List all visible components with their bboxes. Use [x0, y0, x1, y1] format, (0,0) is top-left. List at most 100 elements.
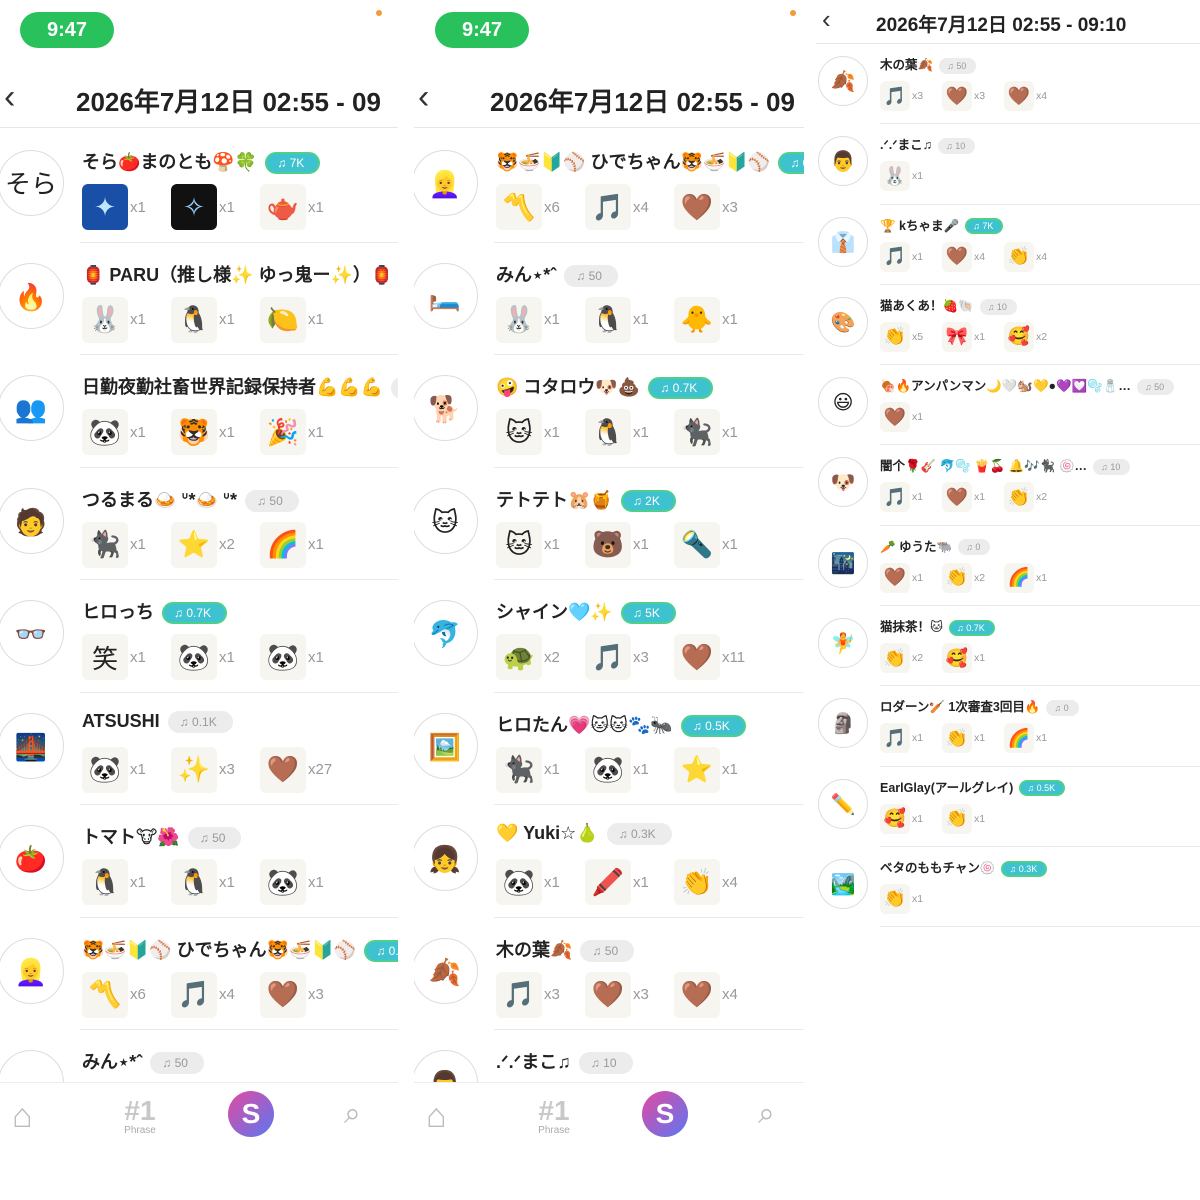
tab-phrase[interactable]: #1 Phrase [532, 1097, 576, 1137]
user-name[interactable]: つるまる🍛 ᐡ*🍛 ᐡ* ♫ 50 [82, 486, 299, 512]
avatar[interactable]: 🐬 [414, 600, 478, 666]
user-name[interactable]: ATSUSHI ♫ 0.1K [82, 711, 233, 733]
live-button[interactable]: S [228, 1091, 274, 1137]
user-name[interactable]: EarlGlay(アールグレイ) ♫ 0.5K [880, 777, 1066, 797]
viewer-row[interactable]: 🌃 🥕 ゆうた🐃 ♫ 0 🤎 x1 👏 x2 🌈 x1 [816, 526, 1200, 607]
fan-level-value: 0.7K [672, 381, 698, 396]
user-name[interactable]: .ᐟ.ᐟまこ♫ ♫ 10 [880, 134, 976, 154]
user-name[interactable]: そら🍅まのとも🍄🍀 ♫ 7K [82, 148, 321, 175]
avatar[interactable]: 🖼️ [414, 712, 478, 779]
user-name[interactable]: 🐯🍜🔰⚾ ひでちゃん🐯🍜🔰⚾ ♫ 0.7K [496, 148, 804, 175]
viewer-row[interactable]: 🎨 猫あくあ！🍓🐚 ♫ 10 👏 x5 🎀 x1 🥰 x2 [816, 285, 1200, 366]
avatar[interactable]: 👥 [0, 375, 64, 441]
user-name[interactable]: 🏮 PARU（推し様✨ ゆっ鬼ー✨）🏮♫ [82, 261, 398, 287]
avatar[interactable]: 🧚 [818, 618, 868, 669]
avatar[interactable]: 🛏️ [414, 262, 478, 329]
avatar[interactable]: 🐶 [818, 457, 868, 508]
viewer-row[interactable]: 🐶 闇个🌹🎸 🐬🫧 🍟🍒 🔔🎶🐈‍⬛ 🍥… ♫ 10 🎵 x1 🤎 x1 👏 x2 [816, 445, 1200, 526]
user-name[interactable]: 猫抹茶！🐱 ♫ 0.7K [880, 616, 995, 636]
user-name[interactable]: 🤪 コタロウ🐶💩 ♫ 0.7K [496, 373, 714, 400]
viewer-row[interactable]: ✏️ EarlGlay(アールグレイ) ♫ 0.5K 🥰 x1 👏 x1 [816, 767, 1200, 847]
user-name[interactable]: トマト🐮🌺 ♫ 50 [82, 823, 242, 850]
viewer-row[interactable]: 👧 💛 Yuki☆🍐 ♫ 0.3K 🐼 x1 🖍️ x1 👏 x4 [414, 805, 804, 918]
avatar[interactable]: 🍅 [0, 825, 64, 891]
home-icon[interactable]: ⌂ [426, 1097, 447, 1136]
user-name[interactable]: 💛 Yuki☆🍐 ♫ 0.3K [496, 823, 672, 846]
user-name[interactable]: テトテト🐹🍯 ♫ 2K [496, 486, 676, 512]
search-icon[interactable]: ⌕ [758, 1097, 775, 1131]
avatar[interactable]: 🐕 [414, 375, 478, 441]
avatar[interactable]: 🎨 [818, 296, 868, 347]
user-name[interactable]: .ᐟ.ᐟまこ♫ ♫ 10 [496, 1048, 633, 1075]
back-icon[interactable]: ‹ [4, 80, 15, 114]
avatar[interactable]: ✏️ [818, 778, 868, 829]
avatar[interactable]: 🏞️ [818, 858, 868, 909]
avatar[interactable]: 🌃 [818, 537, 868, 588]
search-icon[interactable]: ⌕ [344, 1097, 361, 1131]
viewer-row[interactable]: 👱‍♀️🐯🍜🔰⚾ ひでちゃん🐯🍜🔰⚾♫ 0.7K〽️x6🎵x4🤎x3 [414, 130, 804, 243]
avatar[interactable]: 😃 [818, 377, 868, 428]
avatar[interactable]: 👨 [414, 1050, 478, 1082]
viewer-row[interactable]: 🍂 木の葉🍂 ♫ 50 🎵 x3 🤎 x3 🤎 x4 [816, 44, 1200, 125]
user-name[interactable]: ベタのももチャン🍥 ♫ 0.3K [880, 857, 1048, 877]
avatar[interactable]: 👓 [0, 600, 64, 666]
viewer-row[interactable]: 🔥🏮 PARU（推し様✨ ゆっ鬼ー✨）🏮♫🐰x1🐧x1🍋x1 [0, 243, 398, 355]
viewer-row[interactable]: 👥日勤夜勤社畜世界記録保持者💪💪💪♫🐼x1🐯x1🎉x1 [0, 355, 398, 468]
user-name[interactable]: みん⋆*ˆ ♫ 50 [496, 261, 618, 287]
avatar[interactable]: 👱‍♀️ [0, 937, 64, 1004]
avatar[interactable]: 🍂 [818, 56, 868, 106]
viewer-row[interactable]: 🗿 ロダーン🏏 1次審査3回目🔥 ♫ 0 🎵 x1 👏 x1 🌈 x1 [816, 686, 1200, 767]
avatar[interactable]: 👨 [818, 136, 868, 187]
user-name[interactable]: ヒロたん💗🐱🐱🐾🐜 ♫ 0.5K [496, 711, 746, 737]
viewer-row[interactable]: 🏞️ ベタのももチャン🍥 ♫ 0.3K 👏 x1 [816, 847, 1200, 928]
viewer-row[interactable]: 👓 ヒロっち ♫ 0.7K 笑 x1 🐼 x1 🐼 x1 [0, 580, 398, 693]
viewer-row[interactable]: 🐱 テトテト🐹🍯 ♫ 2K 🐱 x1 🐻 x1 🔦 x1 [414, 468, 804, 580]
avatar[interactable]: 🔥 [0, 262, 64, 329]
avatar[interactable]: 🍂 [414, 937, 478, 1004]
viewer-row[interactable]: 🐬 シャイン🩵✨ ♫ 5K 🐢 x2 🎵 x3 🤎 x11 [414, 580, 804, 693]
tab-phrase[interactable]: #1 Phrase [118, 1097, 162, 1137]
viewer-row[interactable]: 🖼️ ヒロたん💗🐱🐱🐾🐜 ♫ 0.5K 🐈‍⬛ x1 🐼 x1 ⭐ x1 [414, 693, 804, 805]
viewer-row[interactable]: 👨 .ᐟ.ᐟまこ♫ ♫ 10 🐰 x1 [816, 124, 1200, 205]
viewer-row[interactable]: 👨 .ᐟ.ᐟまこ♫ ♫ 10 [414, 1030, 804, 1082]
viewer-row[interactable]: 🌉 ATSUSHI ♫ 0.1K 🐼 x1 ✨ x3 🤎 x27 [0, 693, 398, 805]
avatar[interactable]: 👔 [818, 216, 868, 267]
user-name[interactable]: 日勤夜勤社畜世界記録保持者💪💪💪 ♫ [82, 373, 398, 400]
user-name[interactable]: シャイン🩵✨ ♫ 5K [496, 598, 676, 625]
user-name[interactable]: 木の葉🍂 ♫ 50 [496, 936, 635, 962]
avatar[interactable]: 🛏️ [0, 1050, 64, 1082]
viewer-row[interactable]: 🛏️ みん⋆*ˆ ♫ 50 [0, 1030, 398, 1082]
user-name[interactable]: 🥕 ゆうた🐃 ♫ 0 [880, 536, 991, 556]
viewer-row[interactable]: 🐕 🤪 コタロウ🐶💩 ♫ 0.7K 🐱 x1 🐧 x1 🐈‍⬛ x1 [414, 355, 804, 468]
back-icon[interactable]: ‹ [822, 6, 831, 32]
avatar[interactable]: 🌉 [0, 712, 64, 779]
avatar[interactable]: 🐱 [414, 487, 478, 554]
user-name[interactable]: 猫あくあ！🍓🐚 ♫ 10 [880, 295, 1017, 315]
avatar[interactable]: 👱‍♀️ [414, 150, 478, 216]
viewer-row[interactable]: 👔 🏆 kちゃま🎤 ♫ 7K 🎵 x1 🤎 x4 👏 x4 [816, 205, 1200, 285]
user-name[interactable]: ヒロっち ♫ 0.7K [82, 598, 228, 625]
back-icon[interactable]: ‹ [418, 80, 429, 114]
user-name[interactable]: 闇个🌹🎸 🐬🫧 🍟🍒 🔔🎶🐈‍⬛ 🍥… ♫ 10 [880, 455, 1131, 476]
avatar[interactable]: 🗿 [818, 698, 868, 749]
viewer-row[interactable]: 👱‍♀️🐯🍜🔰⚾ ひでちゃん🐯🍜🔰⚾♫ 0.7K〽️x6🎵x4🤎x3 [0, 918, 398, 1030]
gift-item: 🐧 x1 [171, 295, 260, 345]
user-name[interactable]: 木の葉🍂 ♫ 50 [880, 54, 977, 74]
avatar[interactable]: 👧 [414, 825, 478, 891]
home-icon[interactable]: ⌂ [12, 1097, 33, 1136]
viewer-row[interactable]: 😃 🍖🔥アンパンマン🌙🤍🐿️💛●💜💟🫧🧂… ♫ 50 🤎 x1 [816, 365, 1200, 446]
viewer-row[interactable]: 🧚 猫抹茶！🐱 ♫ 0.7K 👏 x2 🥰 x1 [816, 606, 1200, 687]
viewer-row[interactable]: 🍅 トマト🐮🌺 ♫ 50 🐧 x1 🐧 x1 🐼 x1 [0, 805, 398, 918]
user-name[interactable]: ロダーン🏏 1次審査3回目🔥 ♫ 0 [880, 696, 1079, 717]
avatar[interactable]: 🧑 [0, 487, 64, 554]
viewer-row[interactable]: 🛏️ みん⋆*ˆ ♫ 50 🐰 x1 🐧 x1 🐥 x1 [414, 243, 804, 355]
viewer-row[interactable]: 🧑 つるまる🍛 ᐡ*🍛 ᐡ* ♫ 50 🐈‍⬛ x1 ⭐ x2 🌈 x1 [0, 468, 398, 580]
avatar[interactable]: そら [0, 150, 64, 216]
user-name[interactable]: 🐯🍜🔰⚾ ひでちゃん🐯🍜🔰⚾ ♫ 0.7K [82, 936, 398, 962]
live-button[interactable]: S [642, 1091, 688, 1137]
user-name[interactable]: 🏆 kちゃま🎤 ♫ 7K [880, 215, 1004, 235]
viewer-row[interactable]: そら そら🍅まのとも🍄🍀 ♫ 7K ✦ x1 ✧ x1 🫖 x1 [0, 130, 398, 243]
viewer-row[interactable]: 🍂 木の葉🍂 ♫ 50 🎵 x3 🤎 x3 🤎 x4 [414, 918, 804, 1030]
user-name[interactable]: みん⋆*ˆ ♫ 50 [82, 1048, 204, 1075]
user-name[interactable]: 🍖🔥アンパンマン🌙🤍🐿️💛●💜💟🫧🧂… ♫ 50 [880, 375, 1175, 395]
